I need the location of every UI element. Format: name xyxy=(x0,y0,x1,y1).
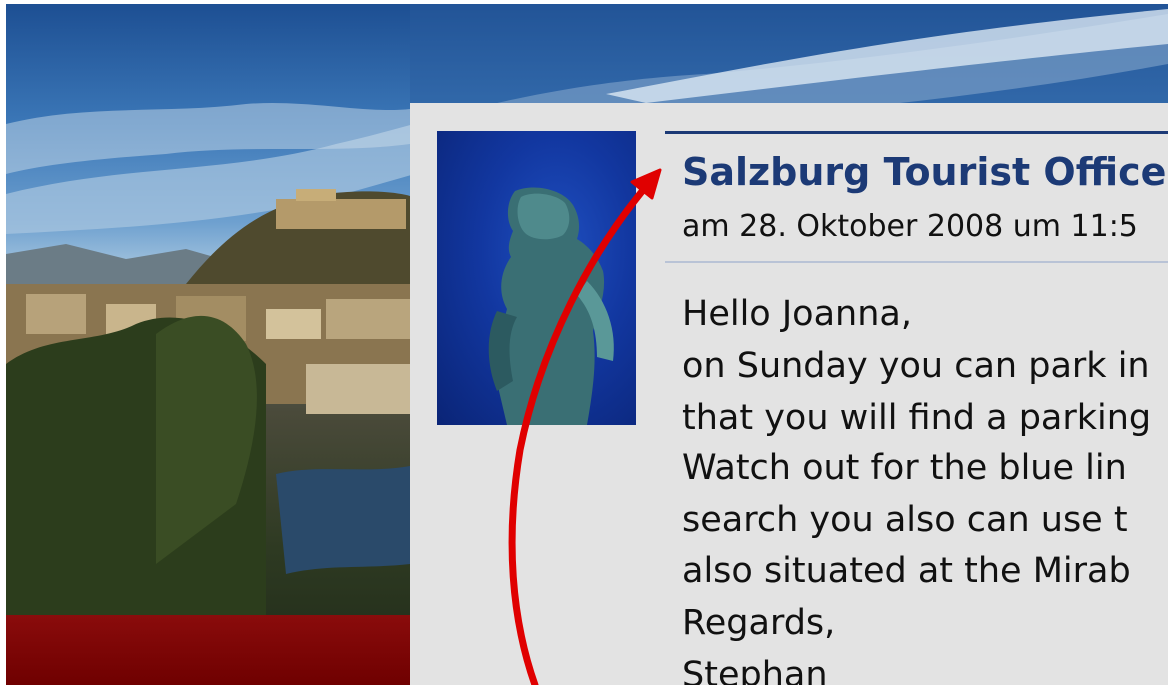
author-avatar[interactable] xyxy=(437,131,636,425)
red-banner-strip xyxy=(6,615,410,685)
screenshot-stage: Salzburg Tourist Office am 28. Oktober 2… xyxy=(0,0,1168,685)
comment-line: Watch out for the blue lin xyxy=(682,448,1127,488)
comment-line: on Sunday you can park in xyxy=(682,346,1150,386)
comment-line: Hello Joanna, xyxy=(682,294,912,334)
comment-line: Regards, xyxy=(682,603,836,643)
comment-line: Stephan xyxy=(682,655,828,685)
comment-timestamp: am 28. Oktober 2008 um 11:5 xyxy=(682,209,1138,244)
comment-line: that you will find a parking xyxy=(682,398,1152,438)
author-name-link[interactable]: Salzburg Tourist Office xyxy=(682,150,1166,194)
mozart-statue-icon xyxy=(488,187,614,425)
comment-line: search you also can use t xyxy=(682,500,1128,540)
comment-line: also situated at the Mirab xyxy=(682,551,1131,591)
